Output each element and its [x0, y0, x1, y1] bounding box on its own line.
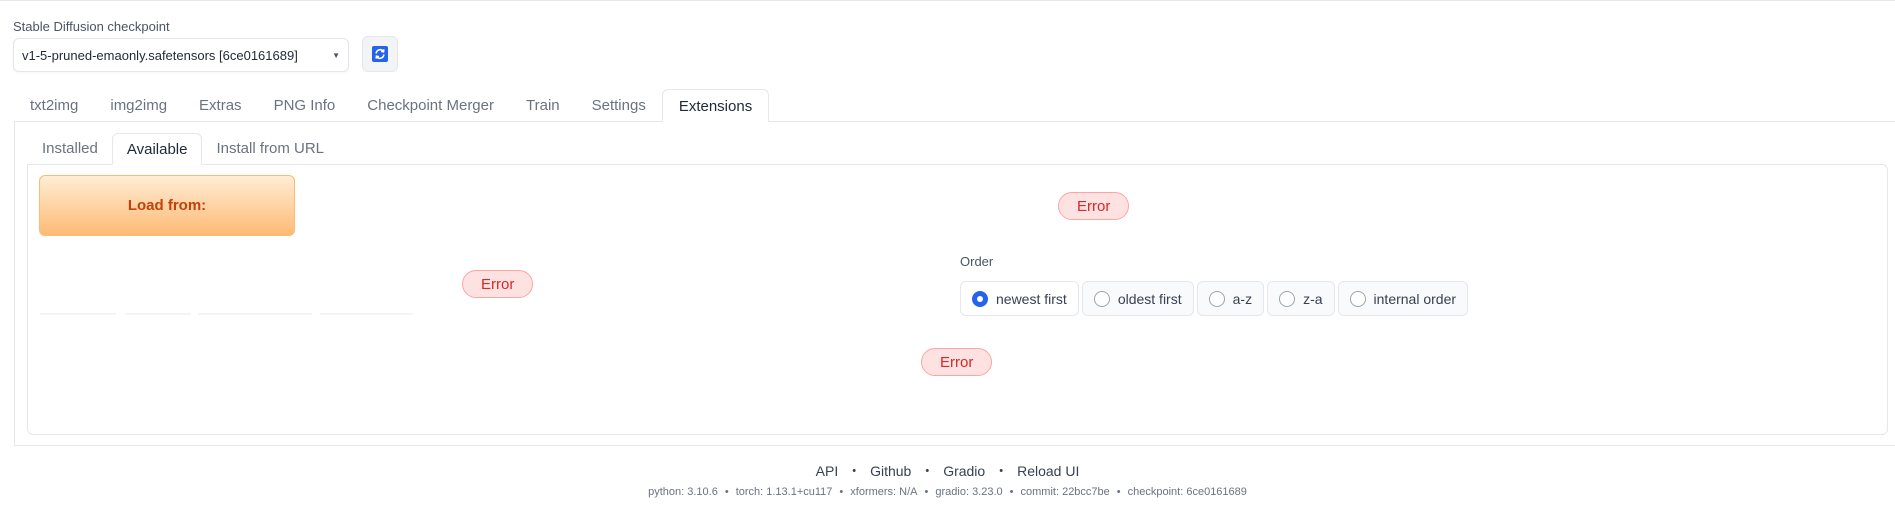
chevron-down-icon: ▼ — [332, 50, 340, 60]
error-badge: Error — [1058, 192, 1130, 220]
version-torch: torch: 1.13.1+cu117 — [735, 486, 833, 498]
tab-extras[interactable]: Extras — [183, 89, 258, 122]
version-checkpoint: checkpoint: 6ce0161689 — [1127, 486, 1247, 498]
footer-link-reload-ui[interactable]: Reload UI — [1017, 463, 1079, 479]
order-option-label: oldest first — [1117, 290, 1182, 307]
footer-link-api[interactable]: API — [816, 463, 839, 479]
tab-png-info[interactable]: PNG Info — [258, 89, 352, 122]
footer-link-gradio[interactable]: Gradio — [943, 463, 985, 479]
order-option-newest-first[interactable]: newest first — [960, 281, 1079, 316]
tab-txt2img[interactable]: txt2img — [14, 89, 94, 122]
footer-links: API • Github • Gradio • Reload UI — [0, 463, 1895, 479]
order-radio-group: newest first oldest first a-z z-a intern… — [960, 281, 1469, 316]
tab-img2img[interactable]: img2img — [94, 89, 183, 122]
tab-extensions[interactable]: Extensions — [661, 89, 770, 122]
version-commit: commit: 22bcc7be — [1020, 486, 1110, 498]
top-divider — [0, 0, 1895, 1]
checkpoint-dropdown[interactable]: v1-5-pruned-emaonly.safetensors [6ce0161… — [13, 38, 349, 72]
order-label: Order — [960, 254, 994, 269]
footer-separator: • — [1116, 486, 1121, 498]
version-xformers: xformers: N/A — [850, 486, 918, 498]
load-from-button[interactable]: Load from: — [39, 175, 295, 236]
footer-separator: • — [925, 465, 930, 477]
tab-install-from-url[interactable]: Install from URL — [202, 133, 338, 165]
error-badge: Error — [462, 270, 534, 298]
order-option-label: newest first — [996, 290, 1067, 307]
order-option-label: a-z — [1232, 290, 1253, 307]
tab-settings[interactable]: Settings — [576, 89, 662, 122]
order-option-z-a[interactable]: z-a — [1267, 281, 1335, 316]
radio-icon — [1279, 290, 1296, 307]
footer-separator: • — [724, 486, 729, 498]
refresh-icon — [372, 46, 388, 62]
order-option-a-z[interactable]: a-z — [1196, 281, 1265, 316]
footer-separator: • — [924, 486, 929, 498]
order-option-oldest-first[interactable]: oldest first — [1081, 281, 1194, 316]
version-gradio: gradio: 3.23.0 — [935, 486, 1003, 498]
radio-selected-icon — [972, 290, 988, 307]
order-option-internal-order[interactable]: internal order — [1337, 281, 1469, 316]
tab-checkpoint-merger[interactable]: Checkpoint Merger — [351, 89, 510, 122]
radio-icon — [1349, 290, 1366, 307]
order-option-label: z-a — [1303, 290, 1323, 307]
main-tab-bar: txt2img img2img Extras PNG Info Checkpoi… — [14, 89, 770, 122]
footer-versions: python: 3.10.6 • torch: 1.13.1+cu117 • x… — [0, 486, 1895, 498]
footer-separator: • — [999, 465, 1004, 477]
footer-separator: • — [1009, 486, 1014, 498]
error-badge: Error — [921, 348, 993, 376]
checkpoint-value: v1-5-pruned-emaonly.safetensors [6ce0161… — [22, 47, 298, 63]
radio-icon — [1208, 290, 1225, 307]
version-python: python: 3.10.6 — [648, 486, 718, 498]
checkpoint-label: Stable Diffusion checkpoint — [13, 19, 170, 34]
refresh-checkpoint-button[interactable] — [362, 36, 398, 72]
available-panel — [27, 164, 1888, 435]
footer-separator: • — [839, 486, 844, 498]
tab-installed[interactable]: Installed — [28, 133, 112, 165]
order-option-label: internal order — [1373, 290, 1457, 307]
radio-icon — [1093, 290, 1110, 307]
footer-separator: • — [852, 465, 857, 477]
sub-tab-bar: Installed Available Install from URL — [28, 133, 338, 165]
tab-train[interactable]: Train — [510, 89, 576, 122]
tab-available[interactable]: Available — [111, 133, 203, 165]
footer-link-github[interactable]: Github — [870, 463, 911, 479]
